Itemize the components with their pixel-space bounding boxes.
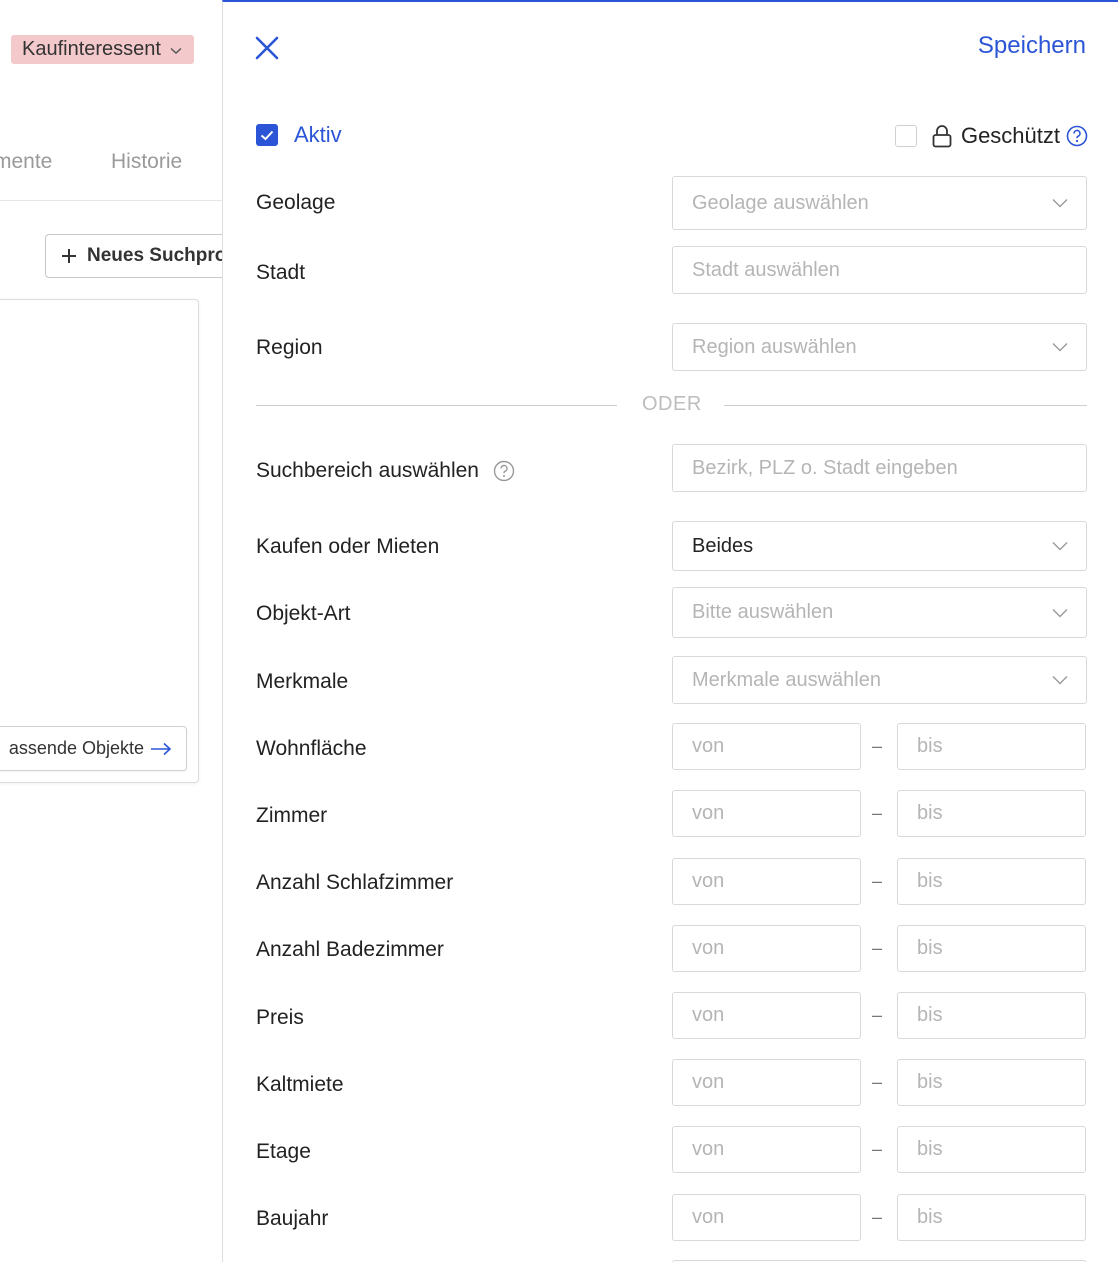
tab-dokumente[interactable]: mente xyxy=(0,150,52,174)
range-separator: – xyxy=(872,938,883,958)
range-label-baujahr: Baujahr xyxy=(256,1207,329,1230)
new-search-profile-label: Neues Suchpro xyxy=(87,245,222,266)
help-icon[interactable] xyxy=(1066,125,1088,147)
kaltmiete-to-input[interactable]: bis xyxy=(897,1059,1086,1106)
zimmer-to-input[interactable]: bis xyxy=(897,790,1086,837)
divider-line xyxy=(256,405,617,406)
protected-checkbox[interactable] xyxy=(894,125,917,147)
range-label-badezimmer: Anzahl Badezimmer xyxy=(256,938,444,961)
protected-label: Geschützt xyxy=(960,123,1060,148)
matching-objects-button[interactable]: assende Objekte xyxy=(0,726,187,771)
stadt-label: Stadt xyxy=(256,261,306,284)
range-label-wohnflaeche: Wohnfläche xyxy=(256,737,367,760)
range-label-etage: Etage xyxy=(256,1140,311,1163)
close-button[interactable] xyxy=(253,34,281,62)
objekt-art-select[interactable]: Bitte auswählen xyxy=(672,587,1087,638)
checkmark-icon xyxy=(260,130,274,140)
range-separator: – xyxy=(872,1207,883,1227)
geolage-label: Geolage xyxy=(256,191,336,214)
chevron-down-icon xyxy=(1052,675,1068,685)
aktiv-toggle[interactable]: Aktiv xyxy=(256,122,342,148)
search-profile-panel: Speichern Aktiv Geschützt Geolage Geolag… xyxy=(222,0,1118,1262)
etage-to-input[interactable]: bis xyxy=(897,1126,1086,1173)
merkmale-select[interactable]: Merkmale auswählen xyxy=(672,656,1087,704)
zimmer-from-input[interactable]: von xyxy=(672,790,861,837)
baujahr-from-input[interactable]: von xyxy=(672,1194,861,1241)
region-select[interactable]: Region auswählen xyxy=(672,323,1087,371)
objekt-art-label: Objekt-Art xyxy=(256,602,351,625)
kaufen-mieten-label: Kaufen oder Mieten xyxy=(256,535,440,558)
range-label-kaltmiete: Kaltmiete xyxy=(256,1073,344,1096)
suchbereich-input[interactable]: Bezirk, PLZ o. Stadt eingeben xyxy=(672,444,1087,492)
merkmale-placeholder: Merkmale auswählen xyxy=(692,668,881,691)
range-label-zimmer: Zimmer xyxy=(256,804,328,827)
chevron-down-icon xyxy=(1052,198,1068,208)
divider-line xyxy=(724,405,1087,406)
range-separator: – xyxy=(872,736,883,756)
suchbereich-label-text: Suchbereich auswählen xyxy=(256,459,479,482)
or-label: ODER xyxy=(642,393,702,415)
or-divider: ODER xyxy=(256,393,1087,417)
save-button[interactable]: Speichern xyxy=(978,32,1086,60)
region-label: Region xyxy=(256,336,323,359)
matching-objects-label: assende Objekte xyxy=(8,738,144,758)
chevron-down-icon xyxy=(1052,608,1068,618)
preis-from-input[interactable]: von xyxy=(672,992,861,1039)
range-separator: – xyxy=(872,1005,883,1025)
schlafzimmer-to-input[interactable]: bis xyxy=(897,858,1086,905)
aktiv-label: Aktiv xyxy=(294,122,342,147)
help-icon[interactable] xyxy=(493,460,515,482)
suchbereich-placeholder: Bezirk, PLZ o. Stadt eingeben xyxy=(692,456,958,479)
close-icon xyxy=(255,36,279,60)
background-page: Kaufinteressent mente Historie Neues Suc… xyxy=(0,0,222,1262)
new-search-profile-button[interactable]: Neues Suchpro xyxy=(45,234,222,278)
search-profile-card xyxy=(0,299,199,783)
geolage-select[interactable]: Geolage auswählen xyxy=(672,176,1087,230)
merkmale-label: Merkmale xyxy=(256,670,349,693)
status-badge-label: Kaufinteressent xyxy=(22,38,161,60)
objekt-art-placeholder: Bitte auswählen xyxy=(692,601,834,623)
kaltmiete-from-input[interactable]: von xyxy=(672,1059,861,1106)
status-badge[interactable]: Kaufinteressent xyxy=(11,35,194,64)
arrow-right-icon xyxy=(150,742,172,756)
kaufen-mieten-select[interactable]: Beides xyxy=(672,521,1087,571)
tab-historie[interactable]: Historie xyxy=(111,150,182,174)
protected-toggle: Geschützt xyxy=(894,123,1088,149)
schlafzimmer-from-input[interactable]: von xyxy=(672,858,861,905)
range-separator: – xyxy=(872,1072,883,1092)
chevron-down-icon xyxy=(1052,541,1068,551)
wohnflaeche-to-input[interactable]: bis xyxy=(897,723,1086,770)
badezimmer-from-input[interactable]: von xyxy=(672,925,861,972)
stadt-placeholder: Stadt auswählen xyxy=(692,258,840,281)
range-label-schlafzimmer: Anzahl Schlafzimmer xyxy=(256,871,454,894)
tabs-divider xyxy=(0,200,222,201)
range-separator: – xyxy=(872,1139,883,1159)
stadt-input[interactable]: Stadt auswählen xyxy=(672,246,1087,294)
region-placeholder: Region auswählen xyxy=(692,335,857,358)
suchbereich-label: Suchbereich auswählen xyxy=(256,459,515,483)
lock-icon xyxy=(932,124,952,148)
plus-icon xyxy=(61,248,77,264)
etage-from-input[interactable]: von xyxy=(672,1126,861,1173)
chevron-down-icon xyxy=(1052,342,1068,352)
wohnflaeche-from-input[interactable]: von xyxy=(672,723,861,770)
chevron-down-icon xyxy=(170,38,182,61)
preis-to-input[interactable]: bis xyxy=(897,992,1086,1039)
badezimmer-to-input[interactable]: bis xyxy=(897,925,1086,972)
geolage-placeholder: Geolage auswählen xyxy=(692,191,869,214)
range-separator: – xyxy=(872,871,883,891)
range-label-preis: Preis xyxy=(256,1006,304,1029)
baujahr-to-input[interactable]: bis xyxy=(897,1194,1086,1241)
range-separator: – xyxy=(872,803,883,823)
kaufen-mieten-value: Beides xyxy=(692,534,754,557)
aktiv-checkbox[interactable] xyxy=(256,124,278,146)
